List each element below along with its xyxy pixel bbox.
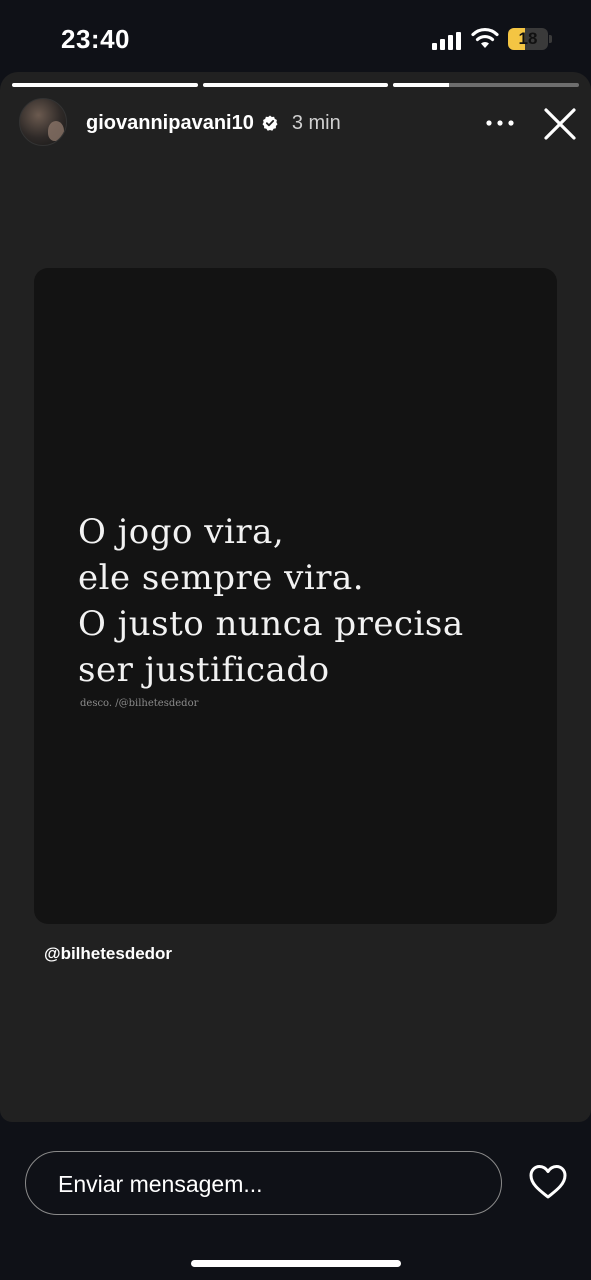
avatar[interactable] xyxy=(19,98,67,146)
progress-segment-fill xyxy=(12,83,198,87)
cellular-signal-icon xyxy=(432,32,461,50)
quote-credit: desco. /@bilhetesdedor xyxy=(80,698,199,709)
quote-card: O jogo vira, ele sempre vira. O justo nu… xyxy=(34,268,557,924)
close-icon[interactable] xyxy=(542,106,578,142)
story-time-ago: 3 min xyxy=(291,111,341,134)
story-viewer[interactable]: giovannipavani10 3 min O jogo vira, ele … xyxy=(0,72,591,1122)
progress-segment xyxy=(202,83,389,87)
status-time: 23:40 xyxy=(61,24,130,54)
battery-level: 18 xyxy=(518,29,538,48)
quote-line: ele sempre vira. xyxy=(78,558,365,598)
status-bar: 23:40 18 xyxy=(0,0,591,72)
progress-segment xyxy=(393,83,580,87)
quote-line: O justo nunca precisa xyxy=(78,604,464,644)
story-header: giovannipavani10 3 min xyxy=(86,110,341,136)
mention-sticker[interactable]: @bilhetesdedor xyxy=(44,944,172,964)
quote-line: ser justificado xyxy=(78,650,330,690)
story-progress-bar xyxy=(12,83,580,87)
progress-segment xyxy=(12,83,198,87)
heart-icon[interactable] xyxy=(528,1164,568,1200)
message-placeholder: Enviar mensagem... xyxy=(58,1171,263,1197)
wifi-icon xyxy=(471,27,499,48)
battery-icon: 18 xyxy=(508,28,552,50)
message-input[interactable]: Enviar mensagem... xyxy=(25,1151,502,1215)
more-options-icon[interactable] xyxy=(484,112,516,134)
progress-segment-fill xyxy=(393,83,450,87)
username[interactable]: giovannipavani10 xyxy=(86,112,254,135)
progress-segment-fill xyxy=(202,83,389,87)
verified-badge-icon xyxy=(262,115,278,131)
home-indicator[interactable] xyxy=(191,1260,401,1267)
quote-line: O jogo vira, xyxy=(78,512,285,552)
